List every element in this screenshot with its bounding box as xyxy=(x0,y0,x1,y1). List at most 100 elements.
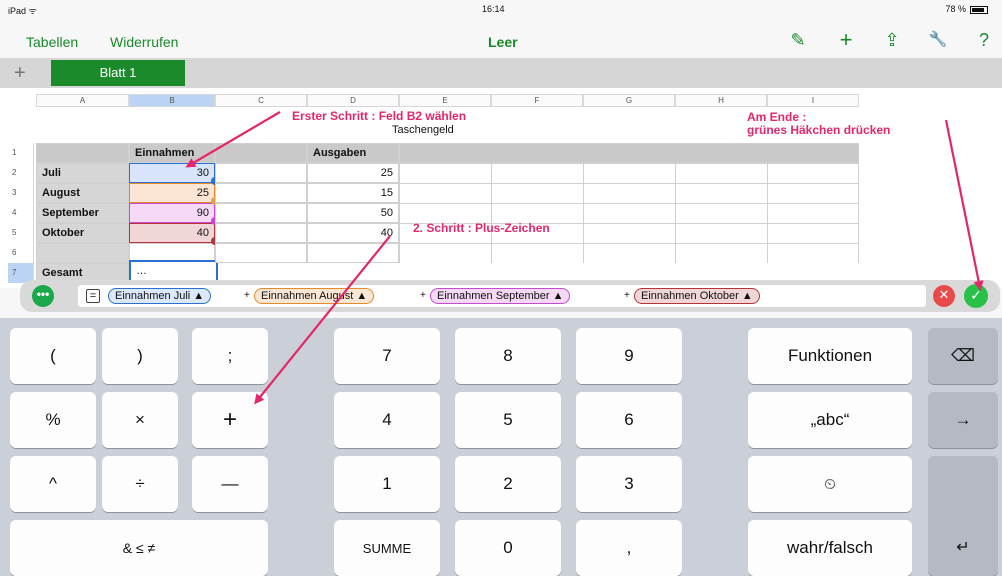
undo-button[interactable]: Widerrufen xyxy=(110,34,178,50)
battery-status: 78 % xyxy=(945,4,988,14)
key-1[interactable]: 1 xyxy=(334,456,440,512)
tables-button[interactable]: Tabellen xyxy=(26,34,78,50)
key-6[interactable]: 6 xyxy=(576,392,682,448)
cell-d3[interactable]: 15 xyxy=(307,183,399,203)
cell-c6[interactable] xyxy=(215,243,307,263)
cell-c5[interactable] xyxy=(215,223,307,243)
column-header-g[interactable]: G xyxy=(583,94,675,107)
column-header-e[interactable]: E xyxy=(399,94,491,107)
column-header-b[interactable]: B xyxy=(129,94,215,107)
cell-d1[interactable]: Ausgaben xyxy=(307,143,399,163)
share-icon[interactable]: ⇪ xyxy=(880,30,904,51)
cell-d5[interactable]: 40 xyxy=(307,223,399,243)
cell-d6[interactable] xyxy=(307,243,399,263)
annotation-end-line-2: grünes Häkchen drücken xyxy=(747,123,891,137)
column-header-f[interactable]: F xyxy=(491,94,583,107)
cell-d2[interactable]: 25 xyxy=(307,163,399,183)
cancel-icon[interactable]: ✕ xyxy=(933,285,955,307)
cell-b3[interactable]: 25 xyxy=(129,183,215,203)
column-header-c[interactable]: C xyxy=(215,94,307,107)
key-close-paren[interactable]: ) xyxy=(102,328,178,384)
key-caret[interactable]: ^ xyxy=(10,456,96,512)
wifi-icon: ᯤ xyxy=(28,6,37,16)
key-3[interactable]: 3 xyxy=(576,456,682,512)
brush-icon[interactable]: ✎ xyxy=(786,30,810,51)
column-header-d[interactable]: D xyxy=(307,94,399,107)
key-9[interactable]: 9 xyxy=(576,328,682,384)
cell-a4[interactable]: September xyxy=(36,203,129,223)
cell-b1[interactable]: Einnahmen xyxy=(129,143,215,163)
row-header-4[interactable]: 4 xyxy=(8,203,34,223)
sum-button[interactable]: SUMME xyxy=(334,520,440,576)
key-8[interactable]: 8 xyxy=(455,328,561,384)
spreadsheet: A B C D E F G H I Taschengeld 1 2 3 4 5 … xyxy=(0,88,1002,289)
row-header-6[interactable]: 6 xyxy=(8,243,34,263)
key-semicolon[interactable]: ; xyxy=(192,328,268,384)
key-multiply[interactable]: × xyxy=(102,392,178,448)
column-header-i[interactable]: I xyxy=(767,94,859,107)
date-time-icon[interactable]: ⏲ xyxy=(748,456,912,512)
annotation-end-line-1: Am Ende : xyxy=(747,110,807,124)
token-einnahmen-oktober[interactable]: Einnahmen Oktober ▲ xyxy=(634,288,760,304)
token-einnahmen-august[interactable]: Einnahmen August ▲ xyxy=(254,288,375,304)
cell-a5[interactable]: Oktober xyxy=(36,223,129,243)
plus-operator: + xyxy=(624,290,630,301)
key-plus[interactable]: + xyxy=(192,392,268,448)
row-header-3[interactable]: 3 xyxy=(8,183,34,203)
key-open-paren[interactable]: ( xyxy=(10,328,96,384)
plus-operator: + xyxy=(420,290,426,301)
backspace-icon[interactable]: ⌫ xyxy=(928,328,998,384)
next-cell-arrow-icon[interactable]: → xyxy=(928,392,998,448)
key-0[interactable]: 0 xyxy=(455,520,561,576)
battery-icon xyxy=(970,5,988,14)
cell-d4[interactable]: 50 xyxy=(307,203,399,223)
row-header-2[interactable]: 2 xyxy=(8,163,34,183)
key-percent[interactable]: % xyxy=(10,392,96,448)
cell-c1[interactable] xyxy=(215,143,307,163)
key-minus[interactable]: — xyxy=(192,456,268,512)
functions-button[interactable]: Funktionen xyxy=(748,328,912,384)
cell-c4[interactable] xyxy=(215,203,307,223)
cell-a6[interactable] xyxy=(36,243,129,263)
key-comma[interactable]: , xyxy=(576,520,682,576)
empty-grid[interactable] xyxy=(399,163,859,263)
row-header-5[interactable]: 5 xyxy=(8,223,34,243)
cell-a1[interactable] xyxy=(36,143,129,163)
cell-b4[interactable]: 90 xyxy=(129,203,215,223)
tab-blatt-1[interactable]: Blatt 1 xyxy=(51,60,185,86)
nav-bar: Tabellen Widerrufen Leer ✎ + ⇪ 🔧 ? xyxy=(0,24,1002,58)
key-comparison-operators[interactable]: & ≤ ≠ xyxy=(10,520,268,576)
column-header-h[interactable]: H xyxy=(675,94,767,107)
sheet-tab-bar: + Blatt 1 xyxy=(0,58,1002,88)
cell-a2[interactable]: Juli xyxy=(36,163,129,183)
key-7[interactable]: 7 xyxy=(334,328,440,384)
key-4[interactable]: 4 xyxy=(334,392,440,448)
more-icon[interactable]: ••• xyxy=(32,285,54,307)
row-header-1[interactable]: 1 xyxy=(8,143,34,163)
formula-keyboard: ( ) ; 7 8 9 Funktionen ⌫ % × + 4 5 6 „ab… xyxy=(0,318,1002,576)
wrench-icon[interactable]: 🔧 xyxy=(926,30,950,48)
plus-icon[interactable]: + xyxy=(834,27,858,53)
key-2[interactable]: 2 xyxy=(455,456,561,512)
key-divide[interactable]: ÷ xyxy=(102,456,178,512)
cell-a3[interactable]: August xyxy=(36,183,129,203)
token-einnahmen-juli[interactable]: Einnahmen Juli ▲ xyxy=(108,288,212,304)
cell-b2[interactable]: 30 xyxy=(129,163,215,183)
help-icon[interactable]: ? xyxy=(972,30,996,51)
cell-c2[interactable] xyxy=(215,163,307,183)
formula-bar: ••• = Einnahmen Juli ▲ + Einnahmen Augus… xyxy=(20,280,1000,312)
key-5[interactable]: 5 xyxy=(455,392,561,448)
text-input-button[interactable]: „abc“ xyxy=(748,392,912,448)
true-false-button[interactable]: wahr/falsch xyxy=(748,520,912,576)
equals-sign: = xyxy=(86,289,100,303)
annotation-step-2: 2. Schritt : Plus-Zeichen xyxy=(413,221,550,235)
cell-b5[interactable]: 40 xyxy=(129,223,215,243)
add-sheet-icon[interactable]: + xyxy=(14,62,26,85)
formula-editor[interactable]: = Einnahmen Juli ▲ + Einnahmen August ▲ … xyxy=(78,285,926,307)
token-einnahmen-september[interactable]: Einnahmen September ▲ xyxy=(430,288,571,304)
confirm-checkmark-icon[interactable]: ✓ xyxy=(964,284,988,308)
battery-percent: 78 % xyxy=(945,4,966,14)
document-title: Leer xyxy=(488,34,518,50)
column-header-a[interactable]: A xyxy=(36,94,129,107)
cell-c3[interactable] xyxy=(215,183,307,203)
